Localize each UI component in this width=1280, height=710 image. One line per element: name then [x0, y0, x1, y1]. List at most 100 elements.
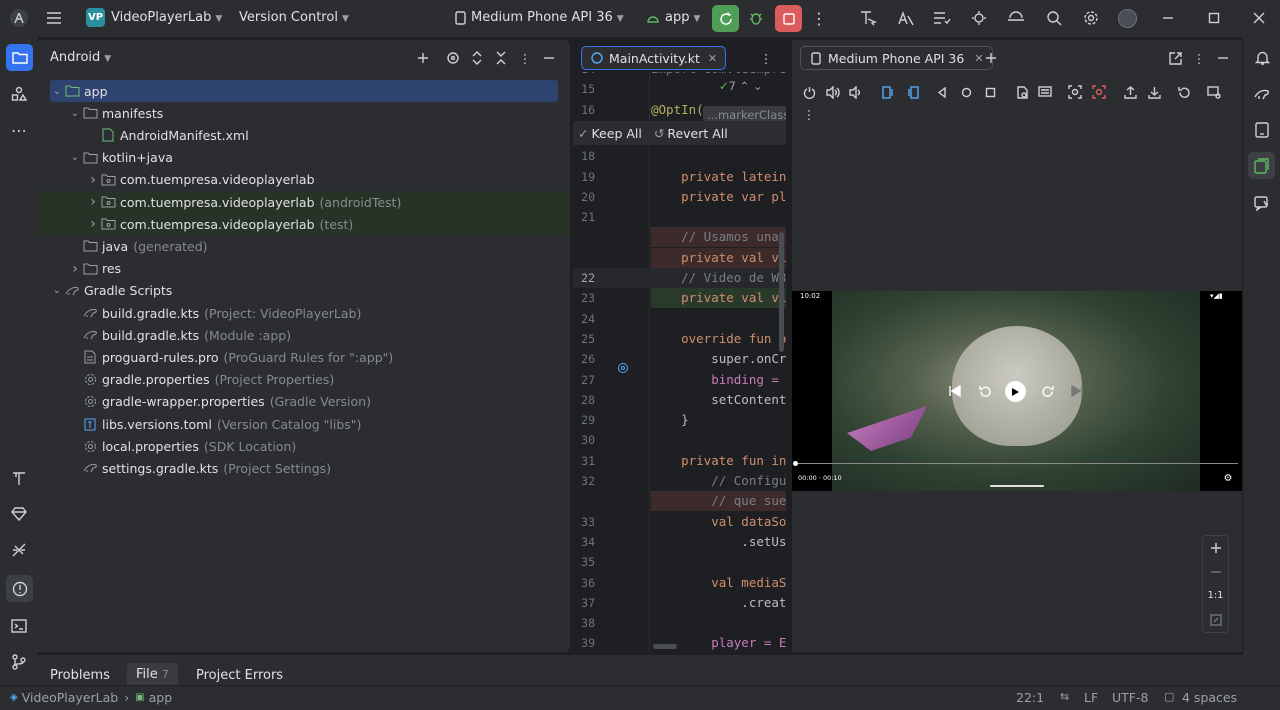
vertical-scrollbar[interactable] [779, 232, 784, 352]
device-selector[interactable]: Medium Phone API 36 ▼ [471, 10, 624, 25]
keep-all-button[interactable]: Keep All [591, 126, 641, 141]
locate-icon[interactable] [444, 50, 462, 66]
project-selector[interactable]: VideoPlayerLab ▼ [111, 10, 222, 25]
screenshot-icon[interactable] [1067, 84, 1083, 100]
override-gutter-icon[interactable] [617, 362, 629, 374]
settings-icon[interactable] [1081, 9, 1101, 27]
tree-row[interactable]: › com.tuempresa.videoplayerlab (androidTes… [38, 191, 570, 213]
layout-inspector-icon[interactable] [858, 9, 878, 27]
tab-mainactivity[interactable]: MainActivity.kt ✕ [581, 46, 727, 70]
tree-row[interactable]: java (generated) [38, 235, 570, 257]
terminal-icon[interactable] [8, 615, 30, 637]
more-actions-icon[interactable]: ⋮ [811, 9, 827, 28]
close-tab-icon[interactable]: ✕ [708, 52, 717, 65]
zoom-in-icon[interactable] [1208, 540, 1224, 556]
previous-icon[interactable] [948, 384, 962, 398]
power-icon[interactable] [801, 84, 817, 100]
search-icon[interactable] [1044, 9, 1064, 27]
rotate-left-icon[interactable] [880, 84, 896, 100]
app-quality-icon[interactable] [8, 539, 30, 561]
gem-icon[interactable] [8, 503, 30, 525]
video-settings-icon[interactable]: ⚙ [1222, 472, 1234, 484]
tree-row[interactable]: gradle.properties (Project Properties) [38, 369, 570, 391]
tab-device[interactable]: Medium Phone API 36 ✕ [800, 46, 993, 70]
build-icon[interactable] [8, 467, 30, 489]
revert-all-button[interactable]: Revert All [667, 126, 727, 141]
caret-position[interactable]: 22:1 [1016, 690, 1044, 705]
volume-up-icon[interactable] [825, 84, 841, 100]
close-icon[interactable] [1249, 9, 1269, 27]
tab-problems[interactable]: Problems [50, 668, 110, 683]
run-config-selector[interactable]: app ▼ [665, 10, 700, 25]
chevron-down-icon[interactable]: ⌄ [68, 152, 82, 163]
tree-row[interactable]: build.gradle.kts (Project: VideoPlayerLab… [38, 302, 570, 324]
breadcrumb-project[interactable]: VideoPlayerLab [22, 690, 118, 705]
seek-thumb[interactable] [793, 461, 798, 466]
running-devices-tool-button[interactable] [1248, 152, 1275, 179]
snapshot-icon[interactable] [1014, 84, 1030, 100]
gradle-tool-icon[interactable] [1251, 83, 1273, 105]
chevron-right-icon[interactable]: › [68, 261, 82, 277]
stop-button[interactable] [775, 5, 802, 32]
tree-row[interactable]: ⌄ kotlin+java [38, 147, 570, 169]
tree-row[interactable]: libs.versions.toml (Version Catalog "libs… [38, 413, 570, 435]
open-external-icon[interactable] [1166, 49, 1184, 67]
chevron-down-icon[interactable]: ⌄ [50, 285, 64, 296]
minimize-icon[interactable] [1158, 9, 1178, 27]
collapse-all-icon[interactable] [492, 50, 510, 66]
problems-indicator[interactable]: ✓7 ⌃ ⌄ [719, 79, 763, 93]
problems-tool-button[interactable] [6, 575, 33, 602]
tab-file[interactable]: File 7 [127, 663, 178, 687]
vcs-selector[interactable]: Version Control ▼ [239, 10, 349, 25]
add-icon[interactable] [414, 50, 432, 66]
mirror-settings-icon[interactable] [1206, 84, 1222, 100]
git-icon[interactable] [8, 651, 30, 673]
rewind-icon[interactable] [978, 384, 992, 398]
translate-icon[interactable] [896, 9, 916, 27]
seek-bar[interactable] [796, 463, 1238, 464]
indent-setting[interactable]: 4 spaces [1182, 690, 1237, 705]
tab-project-errors[interactable]: Project Errors [196, 668, 283, 683]
tree-row[interactable]: › res [38, 258, 570, 280]
home-icon[interactable] [958, 84, 974, 100]
tree-row[interactable]: proguard-rules.pro (ProGuard Rules for ":… [38, 346, 570, 368]
options-icon[interactable]: ⋮ [516, 50, 534, 66]
debug-icon[interactable] [746, 9, 766, 27]
notifications-icon[interactable] [1251, 47, 1273, 69]
device-mirror-icon[interactable] [1006, 9, 1026, 27]
volume-down-icon[interactable] [848, 84, 864, 100]
tree-row[interactable]: build.gradle.kts (Module :app) [38, 324, 570, 346]
chevron-right-icon[interactable]: › [86, 172, 100, 188]
file-encoding[interactable]: UTF-8 [1112, 690, 1148, 705]
maximize-icon[interactable] [1204, 9, 1224, 27]
ai-assistant-icon[interactable] [1251, 192, 1273, 214]
task-list-icon[interactable] [932, 9, 952, 27]
zoom-actual-button[interactable]: 1:1 [1203, 590, 1228, 601]
resource-manager-icon[interactable] [8, 83, 30, 105]
device-screen[interactable]: 10:02 ▾◢▮ 00:00 · 00:10 ⚙ [792, 291, 1242, 491]
readonly-icon[interactable]: ⇆ [1060, 690, 1069, 703]
tree-row[interactable]: › com.tuempresa.videoplayerlab [38, 169, 570, 191]
apply-changes-button[interactable] [712, 5, 739, 32]
line-separator[interactable]: LF [1084, 690, 1098, 705]
rotate-right-icon[interactable] [904, 84, 920, 100]
next-icon[interactable] [1070, 384, 1084, 398]
reset-icon[interactable] [1176, 84, 1192, 100]
code-area[interactable]: 14import com.tuempresa1516@OptIn(17class… [573, 72, 786, 652]
download-icon[interactable] [1146, 84, 1162, 100]
hide-device-pane-icon[interactable] [1214, 49, 1232, 67]
tree-row[interactable]: local.properties (SDK Location) [38, 435, 570, 457]
tree-row[interactable]: ⌄ app [50, 80, 558, 102]
tree-row[interactable]: › com.tuempresa.videoplayerlab (test) [38, 213, 570, 236]
tree-row[interactable]: ⌄ manifests [38, 102, 570, 124]
upload-icon[interactable] [1122, 84, 1138, 100]
settings-sync-icon[interactable] [969, 9, 989, 27]
more-tools-icon[interactable]: ⋯ [8, 119, 30, 141]
zoom-out-icon[interactable] [1208, 564, 1224, 580]
chevron-down-icon[interactable]: ⌄ [50, 86, 64, 97]
chevron-right-icon[interactable]: › [86, 194, 100, 210]
horizontal-scrollbar[interactable] [653, 644, 677, 649]
breadcrumb-module[interactable]: app [149, 690, 173, 705]
chevron-right-icon[interactable]: › [86, 216, 100, 232]
zoom-fit-icon[interactable] [1208, 612, 1224, 628]
